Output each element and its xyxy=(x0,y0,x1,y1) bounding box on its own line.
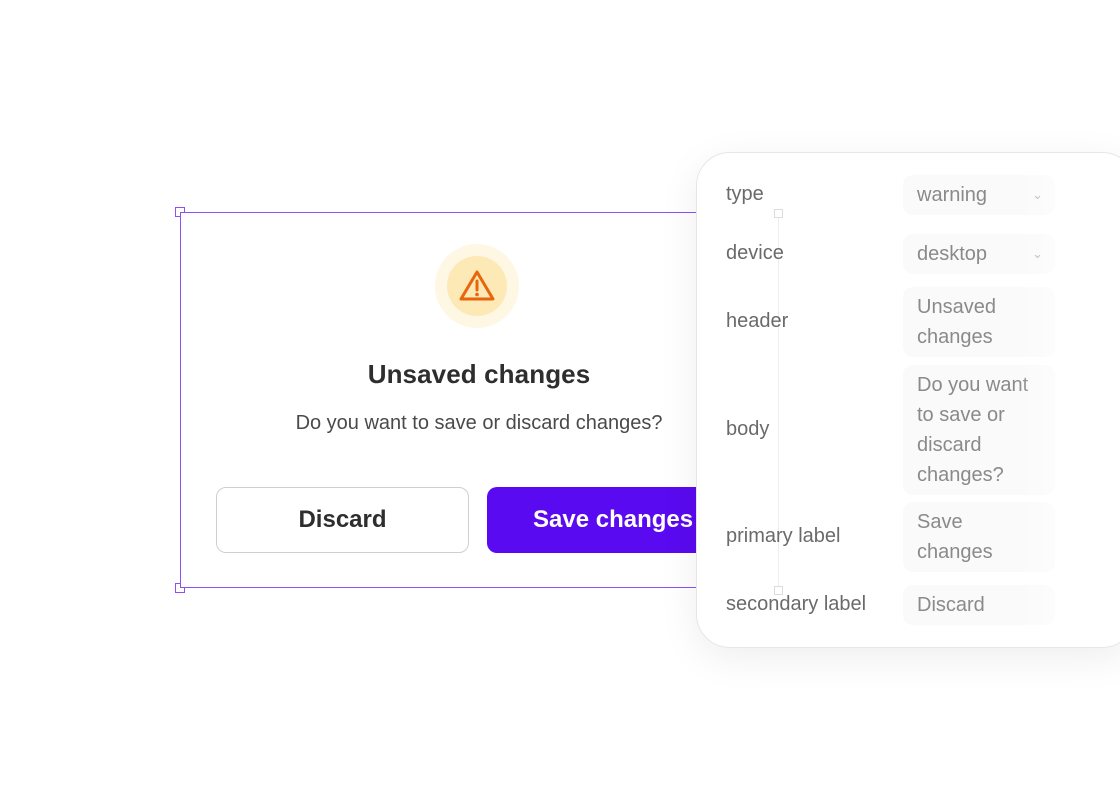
chevron-down-icon: ⌄ xyxy=(1032,187,1043,202)
prop-label-secondary: secondary label xyxy=(726,593,867,615)
prop-label-device: device xyxy=(726,242,784,264)
prop-label-primary: primary label xyxy=(726,525,841,547)
prop-label-header: header xyxy=(726,310,789,332)
device-select-value: desktop xyxy=(917,243,988,265)
warning-icon-badge xyxy=(435,244,519,328)
body-field[interactable]: Do you want to save or discard changes? xyxy=(903,365,1055,495)
prop-label-body: body xyxy=(726,418,770,440)
warning-triangle-icon xyxy=(459,270,495,301)
properties-panel: type warning ⌄ device desktop ⌄ header U… xyxy=(696,152,1120,648)
dialog-title: Unsaved changes xyxy=(367,359,591,389)
discard-button[interactable]: Discard xyxy=(216,487,469,553)
device-select[interactable]: desktop ⌄ xyxy=(903,234,1055,274)
connector-node-top xyxy=(774,209,783,218)
prop-label-type: type xyxy=(726,183,764,205)
dialog-body-text: Do you want to save or discard changes? xyxy=(295,412,663,434)
chevron-down-icon: ⌄ xyxy=(1032,246,1043,261)
secondary-label-field[interactable]: Discard xyxy=(903,585,1055,625)
header-field[interactable]: Unsaved changes xyxy=(903,287,1055,357)
dialog-preview[interactable]: Unsaved changes Do you want to save or d… xyxy=(180,212,747,588)
type-select[interactable]: warning ⌄ xyxy=(903,175,1055,215)
type-select-value: warning xyxy=(917,184,988,206)
primary-label-field[interactable]: Save changes xyxy=(903,502,1055,572)
